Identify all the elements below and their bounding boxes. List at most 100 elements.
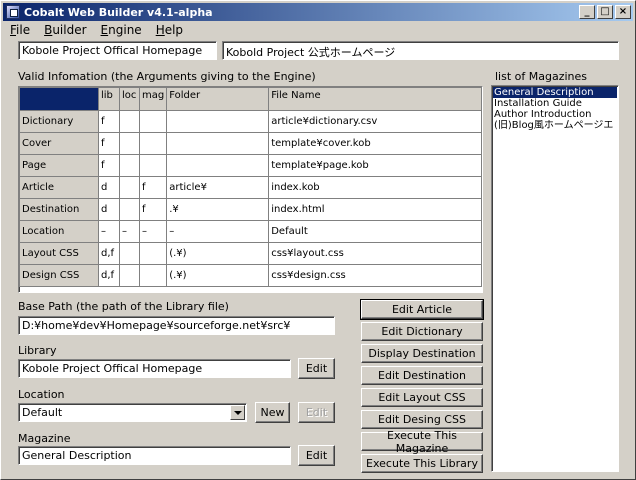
grid-cell-name[interactable]: Cover — [19, 132, 99, 155]
menu-engine[interactable]: Engine — [94, 21, 149, 39]
edit-design-css-button[interactable]: Edit Desing CSS — [361, 410, 483, 429]
project-name-field[interactable]: Kobole Project Offical Homepage — [18, 41, 217, 60]
grid-cell-name[interactable]: Page — [19, 154, 99, 177]
arguments-grid[interactable]: lib loc mag Folder File Name Dictionary f… — [18, 86, 483, 293]
grid-cell-loc[interactable] — [119, 132, 140, 155]
grid-cell-mag[interactable] — [138, 242, 168, 265]
magazine-listbox[interactable]: General Description Installation Guide Aut… — [491, 85, 619, 472]
edit-article-button[interactable]: Edit Article — [360, 299, 484, 320]
grid-cell-lib[interactable]: d — [98, 176, 120, 199]
column-header-lib[interactable]: lib — [98, 87, 120, 111]
grid-cell-file-name[interactable]: index.kob — [268, 176, 482, 199]
edit-dictionary-button[interactable]: Edit Dictionary — [361, 322, 483, 341]
grid-cell-loc[interactable]: – — [119, 220, 140, 243]
magazine-list-item[interactable]: Installation Guide — [493, 98, 617, 109]
grid-cell-loc[interactable] — [119, 198, 140, 221]
grid-cell-loc[interactable] — [119, 176, 140, 199]
grid-cell-folder[interactable] — [166, 154, 270, 177]
location-combobox[interactable]: Default — [18, 403, 247, 422]
base-path-field[interactable]: D:¥home¥dev¥Homepage¥sourceforge.net¥src… — [18, 316, 335, 335]
grid-row[interactable]: Location – – – – Default — [19, 220, 482, 243]
grid-row[interactable]: Destination d f .¥ index.html — [19, 198, 482, 221]
window-controls: _ □ × — [577, 5, 631, 19]
grid-row[interactable]: Page f template¥page.kob — [19, 154, 482, 177]
grid-cell-loc[interactable] — [119, 110, 140, 133]
magazine-list-item[interactable]: Author Introduction — [493, 109, 617, 120]
grid-cell-folder[interactable]: article¥ — [166, 176, 270, 199]
grid-cell-folder[interactable]: (.¥) — [166, 242, 270, 265]
app-icon[interactable] — [6, 5, 20, 19]
display-destination-button[interactable]: Display Destination — [361, 344, 483, 363]
execute-library-button[interactable]: Execute This Library — [361, 454, 483, 473]
magazine-list-item[interactable]: (旧)Blog風ホームページエ — [493, 120, 617, 131]
column-header-file-name[interactable]: File Name — [268, 87, 482, 111]
grid-row[interactable]: Cover f template¥cover.kob — [19, 132, 482, 155]
location-edit-button[interactable]: Edit — [298, 402, 335, 423]
grid-cell-name[interactable]: Design CSS — [19, 264, 99, 287]
grid-cell-mag[interactable]: f — [138, 176, 168, 199]
valid-info-label: Valid Infomation (the Arguments giving t… — [18, 70, 316, 83]
edit-destination-button[interactable]: Edit Destination — [361, 366, 483, 385]
column-header-loc[interactable]: loc — [119, 87, 140, 111]
grid-row[interactable]: Design CSS d,f (.¥) css¥design.css — [19, 264, 482, 287]
grid-row[interactable]: Layout CSS d,f (.¥) css¥layout.css — [19, 242, 482, 265]
grid-row[interactable]: Article d f article¥ index.kob — [19, 176, 482, 199]
project-name-jp-field[interactable]: Kobold Project 公式ホームページ — [222, 41, 619, 60]
grid-cell-folder[interactable]: (.¥) — [166, 264, 270, 287]
grid-cell-lib[interactable]: – — [98, 220, 120, 243]
base-path-label: Base Path (the path of the Library file) — [18, 300, 229, 313]
grid-cell-lib[interactable]: f — [98, 154, 120, 177]
grid-corner-cell[interactable] — [19, 87, 99, 111]
grid-cell-lib[interactable]: f — [98, 132, 120, 155]
grid-cell-name[interactable]: Location — [19, 220, 99, 243]
grid-cell-lib[interactable]: f — [98, 110, 120, 133]
grid-cell-folder[interactable] — [166, 132, 270, 155]
grid-cell-mag[interactable]: – — [138, 220, 168, 243]
grid-cell-mag[interactable] — [138, 110, 168, 133]
grid-cell-mag[interactable] — [138, 264, 168, 287]
grid-cell-name[interactable]: Layout CSS — [19, 242, 99, 265]
minimize-button[interactable]: _ — [579, 5, 595, 19]
grid-cell-mag[interactable] — [138, 154, 168, 177]
magazine-list-item[interactable]: General Description — [493, 87, 617, 98]
grid-cell-name[interactable]: Dictionary — [19, 110, 99, 133]
grid-cell-file-name[interactable]: template¥cover.kob — [268, 132, 482, 155]
grid-cell-loc[interactable] — [119, 242, 140, 265]
grid-cell-file-name[interactable]: Default — [268, 220, 482, 243]
menu-help[interactable]: Help — [149, 21, 190, 39]
maximize-button[interactable]: □ — [597, 5, 613, 19]
title-bar[interactable]: Cobalt Web Builder v4.1-alpha _ □ × — [3, 3, 633, 21]
grid-cell-mag[interactable] — [138, 132, 168, 155]
grid-cell-loc[interactable] — [119, 154, 140, 177]
column-header-folder[interactable]: Folder — [166, 87, 270, 111]
grid-cell-lib[interactable]: d — [98, 198, 120, 221]
grid-cell-mag[interactable]: f — [138, 198, 168, 221]
menu-file[interactable]: File — [3, 21, 37, 39]
dropdown-arrow-icon[interactable] — [230, 405, 245, 420]
menu-builder[interactable]: Builder — [37, 21, 93, 39]
execute-magazine-button[interactable]: Execute This Magazine — [361, 429, 483, 455]
grid-cell-file-name[interactable]: article¥dictionary.csv — [268, 110, 482, 133]
grid-cell-file-name[interactable]: index.html — [268, 198, 482, 221]
edit-layout-css-button[interactable]: Edit Layout CSS — [361, 388, 483, 407]
grid-cell-file-name[interactable]: template¥page.kob — [268, 154, 482, 177]
grid-cell-name[interactable]: Destination — [19, 198, 99, 221]
library-edit-button[interactable]: Edit — [298, 358, 335, 379]
location-new-button[interactable]: New — [255, 402, 290, 423]
magazine-field[interactable]: General Description — [18, 446, 291, 465]
grid-cell-file-name[interactable]: css¥design.css — [268, 264, 482, 287]
grid-row[interactable]: Dictionary f article¥dictionary.csv — [19, 110, 482, 133]
column-header-mag[interactable]: mag — [138, 87, 168, 111]
grid-cell-lib[interactable]: d,f — [98, 242, 120, 265]
magazine-edit-button[interactable]: Edit — [298, 445, 335, 466]
library-field[interactable]: Kobole Project Offical Homepage — [18, 359, 291, 378]
grid-cell-file-name[interactable]: css¥layout.css — [268, 242, 482, 265]
grid-cell-folder[interactable]: – — [166, 220, 270, 243]
location-combobox-value: Default — [22, 406, 63, 419]
grid-cell-folder[interactable] — [166, 110, 270, 133]
grid-cell-lib[interactable]: d,f — [98, 264, 120, 287]
grid-cell-folder[interactable]: .¥ — [166, 198, 270, 221]
close-button[interactable]: × — [615, 5, 631, 19]
grid-cell-loc[interactable] — [119, 264, 140, 287]
grid-cell-name[interactable]: Article — [19, 176, 99, 199]
